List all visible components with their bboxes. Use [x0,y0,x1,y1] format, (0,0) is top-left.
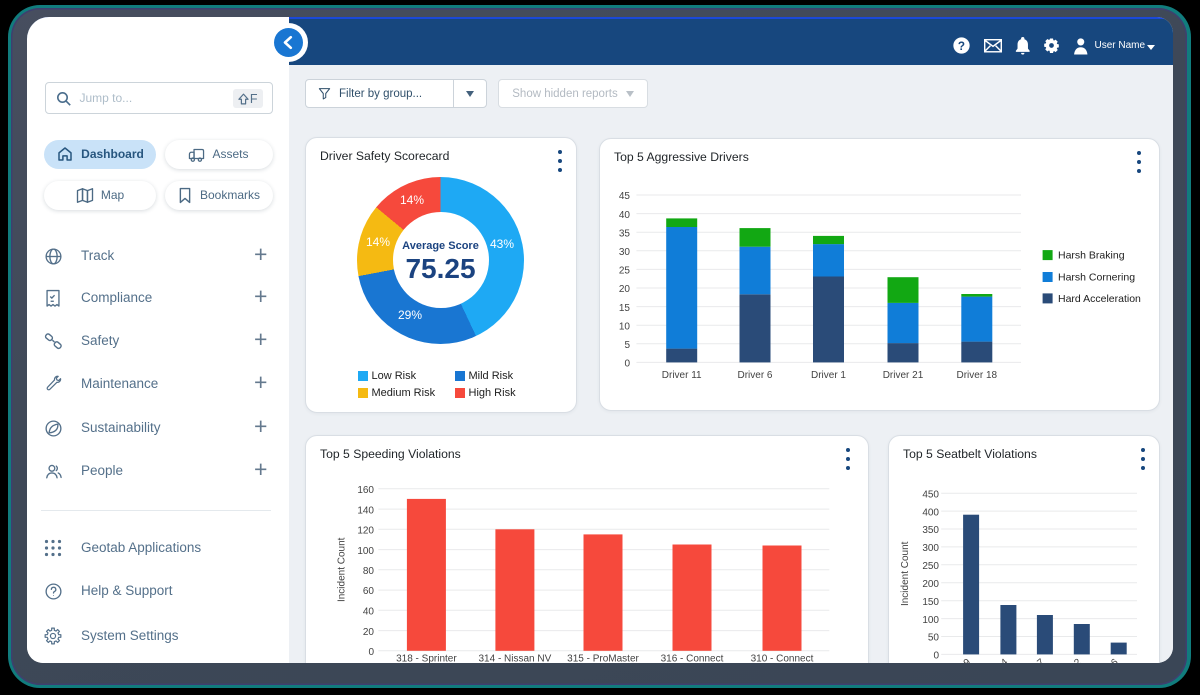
svg-text:150: 150 [922,596,939,607]
svg-text:Driver 6: Driver 6 [737,370,772,381]
svg-text:Driver 9: Driver 9 [939,656,973,663]
svg-text:250: 250 [922,561,939,572]
svg-text:5: 5 [624,340,630,351]
svg-text:310 - Connect: 310 - Connect [751,653,814,663]
svg-text:10: 10 [619,321,631,332]
svg-text:315 - ProMaster: 315 - ProMaster [567,653,639,663]
svg-text:Driver 18: Driver 18 [957,370,998,381]
svg-text:?: ? [958,40,965,53]
svg-text:Driver 2: Driver 2 [1050,656,1084,663]
svg-text:Incident Count: Incident Count [900,541,911,606]
svg-text:50: 50 [928,632,940,643]
svg-text:400: 400 [922,507,939,518]
svg-text:Driver 1: Driver 1 [811,370,846,381]
svg-text:Hard Acceleration: Hard Acceleration [1058,293,1141,305]
svg-text:20: 20 [363,626,375,637]
svg-text:316 - Connect: 316 - Connect [661,653,724,663]
svg-text:314 - Nissan NV: 314 - Nissan NV [478,653,551,663]
svg-text:318 - Sprinter: 318 - Sprinter [396,653,457,663]
svg-text:15: 15 [619,302,631,313]
svg-text:100: 100 [357,545,374,556]
svg-text:100: 100 [922,614,939,625]
svg-text:0: 0 [624,358,630,369]
svg-text:30: 30 [619,247,631,258]
svg-text:25: 25 [619,265,631,276]
svg-text:Driver 7: Driver 7 [1013,656,1047,663]
svg-text:Harsh Braking: Harsh Braking [1058,249,1125,261]
svg-text:140: 140 [357,505,374,516]
svg-text:450: 450 [922,489,939,500]
svg-text:Driver 4: Driver 4 [976,656,1010,663]
svg-text:Incident Count: Incident Count [337,537,348,602]
svg-text:Driver 11: Driver 11 [662,370,702,381]
svg-text:80: 80 [363,566,375,577]
svg-text:40: 40 [619,209,631,220]
svg-text:60: 60 [363,586,375,597]
svg-text:0: 0 [933,650,939,661]
svg-text:40: 40 [363,606,375,617]
svg-text:0: 0 [368,647,374,658]
svg-text:160: 160 [357,485,374,496]
svg-text:Driver 21: Driver 21 [883,370,924,381]
svg-text:Harsh Cornering: Harsh Cornering [1058,271,1135,283]
svg-text:300: 300 [922,543,939,554]
svg-text:Driver 6: Driver 6 [1087,656,1121,663]
svg-text:350: 350 [922,525,939,536]
svg-text:35: 35 [619,228,631,239]
svg-text:200: 200 [922,579,939,590]
svg-text:120: 120 [357,525,374,536]
svg-text:45: 45 [619,191,631,202]
svg-text:20: 20 [619,284,631,295]
